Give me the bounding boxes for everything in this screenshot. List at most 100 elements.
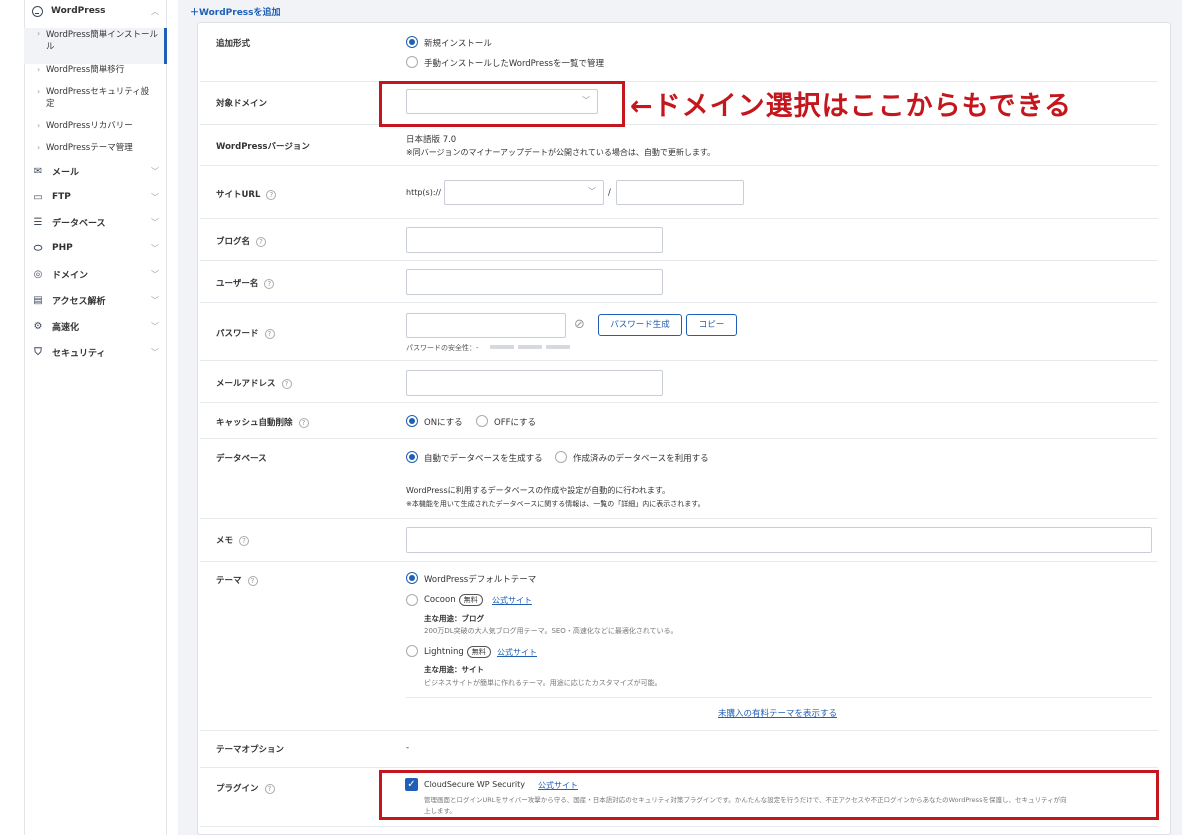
url-prefix: http(s):// [406,188,441,197]
sidebar-menu-ftp[interactable]: ▭ FTP ﹀ [24,187,167,207]
radio-manual-manage-label: 手動インストールしたWordPressを一覧で管理 [424,59,605,69]
help-icon: ? [298,417,309,428]
sidebar-item-label: WordPressテーマ管理 [46,143,133,153]
help-icon: ? [256,236,267,247]
url-domain-select[interactable] [444,180,604,205]
cocoon-official-link[interactable]: 公式サイト [492,595,532,606]
add-wordpress-link[interactable]: ＋WordPressを追加 [190,5,281,18]
chevron-down-icon: ﹀ [151,243,159,253]
theme-divider [406,697,1152,698]
help-icon: ? [264,783,275,794]
row-divider [200,730,1158,731]
sidebar-menu-analytics[interactable]: ▤ アクセス解析 ﹀ [24,290,167,310]
database-note-detail: ※本機能を用いて生成されたデータベースに関する情報は、一覧の「詳細」内に表示され… [406,500,705,508]
menu-label: アクセス解析 [52,296,106,307]
sidebar-item-wp-install[interactable]: › WordPress簡単インストール ル [24,28,167,64]
menu-label: データベース [52,218,106,229]
theme-option-value: - [406,743,410,753]
sidebar-menu-security[interactable]: ⛉ セキュリティ ﹀ [24,342,167,362]
sidebar-item-wp-security[interactable]: › WordPressセキュリティ設 定 [24,86,167,110]
eye-hidden-icon[interactable]: ⊘ [574,317,585,332]
version-value: 日本語版 7.0 [406,135,457,145]
user-name-input[interactable] [406,269,663,295]
copy-button[interactable]: コピー [686,314,737,336]
email-input[interactable] [406,370,663,396]
radio-cache-on[interactable] [406,415,418,427]
speed-icon: ⚙ [33,320,43,332]
row-divider [200,767,1158,768]
menu-label: ドメイン [52,270,89,281]
lightning-desc: ビジネスサイトが簡単に作れるテーマ。用途に応じたカスタマイズが可能。 [424,679,662,687]
sidebar-item-label: WordPress簡単インストール [46,30,159,40]
sidebar-item-label: WordPress簡単移行 [46,65,125,75]
chevron-right-icon: › [37,121,41,130]
php-icon: ⬭ [33,242,43,254]
highlight-box-plugin [379,770,1159,820]
radio-db-existing-label: 作成済みのデータベースを利用する [573,454,709,464]
sidebar-menu-domain[interactable]: ◎ ドメイン ﹀ [24,264,167,284]
theme-lightning-label: Lightning 無料 [424,646,491,658]
cocoon-use: 主な用途：ブログ [424,614,484,623]
chevron-down-icon: ﹀ [151,321,159,331]
radio-cache-on-label: ONにする [424,418,463,428]
radio-db-existing[interactable] [555,451,567,463]
radio-new-install-label: 新規インストール [424,39,492,49]
chevron-down-icon: ﹀ [151,295,159,305]
radio-cache-off[interactable] [476,415,488,427]
paid-themes-link[interactable]: 未購入の有料テーマを表示する [718,707,837,719]
free-badge: 無料 [466,646,491,658]
sidebar-menu-php[interactable]: ⬭ PHP ﹀ [24,238,167,258]
sidebar-header-label: WordPress [51,6,106,16]
password-generate-button[interactable]: パスワード生成 [598,314,682,336]
radio-db-auto[interactable] [406,451,418,463]
database-label: データベース [216,454,267,464]
database-note: WordPressに利用するデータベースの作成や設定が自動的に行われます。 [406,486,671,495]
memo-label: メモ? [216,534,250,546]
radio-theme-cocoon[interactable] [406,594,418,606]
help-icon: ? [247,575,258,586]
sidebar-item-wp-migrate[interactable]: › WordPress簡単移行 [24,64,167,76]
install-form-panel [197,22,1171,835]
password-input[interactable] [406,313,566,338]
cache-label: キャッシュ自動削除? [216,416,309,428]
sidebar-item-wp-theme[interactable]: › WordPressテーマ管理 [24,142,167,154]
chart-icon: ▤ [33,294,43,306]
row-divider [200,402,1158,403]
radio-theme-default[interactable] [406,572,418,584]
annotation-domain: ←ドメイン選択はここからもできる [630,91,1073,122]
row-divider [200,165,1158,166]
wordpress-icon [32,5,43,17]
blog-name-input[interactable] [406,227,663,253]
theme-cocoon-label: Cocoon 無料 [424,594,483,606]
sidebar-header-wordpress[interactable]: WordPress ︿ [24,0,167,22]
radio-theme-default-label: WordPressデフォルトテーマ [424,575,537,585]
lightning-official-link[interactable]: 公式サイト [497,647,537,658]
menu-label: メール [52,167,80,178]
menu-label: PHP [52,243,73,253]
radio-manual-manage[interactable] [406,56,418,68]
row-divider [200,518,1158,519]
memo-input[interactable] [406,527,1152,553]
email-label: メールアドレス? [216,377,292,389]
user-name-label: ユーザー名? [216,277,275,289]
strength-bar-2 [518,345,542,349]
row-divider [200,124,1158,125]
shield-icon: ⛉ [34,346,42,358]
radio-theme-lightning[interactable] [406,645,418,657]
version-note: ※同バージョンのマイナーアップデートが公開されている場合は、自動で更新します。 [406,148,716,157]
sidebar-menu-database[interactable]: ☰ データベース ﹀ [24,212,167,232]
help-icon: ? [281,378,292,389]
theme-option-label: テーマオプション [216,745,285,755]
url-path-input[interactable] [616,180,744,205]
row-divider [200,81,1158,82]
plugin-label: プラグイン? [216,782,275,794]
row-divider [200,302,1158,303]
sidebar-item-wp-recovery[interactable]: › WordPressリカバリー [24,120,167,132]
radio-new-install[interactable] [406,36,418,48]
chevron-down-icon: ﹀ [151,269,159,279]
lightning-use: 主な用途：サイト [424,665,484,674]
free-badge: 無料 [458,594,483,606]
sidebar-menu-speed[interactable]: ⚙ 高速化 ﹀ [24,316,167,336]
help-icon: ? [266,189,277,200]
sidebar-menu-mail[interactable]: ✉ メール ﹀ [24,161,167,181]
